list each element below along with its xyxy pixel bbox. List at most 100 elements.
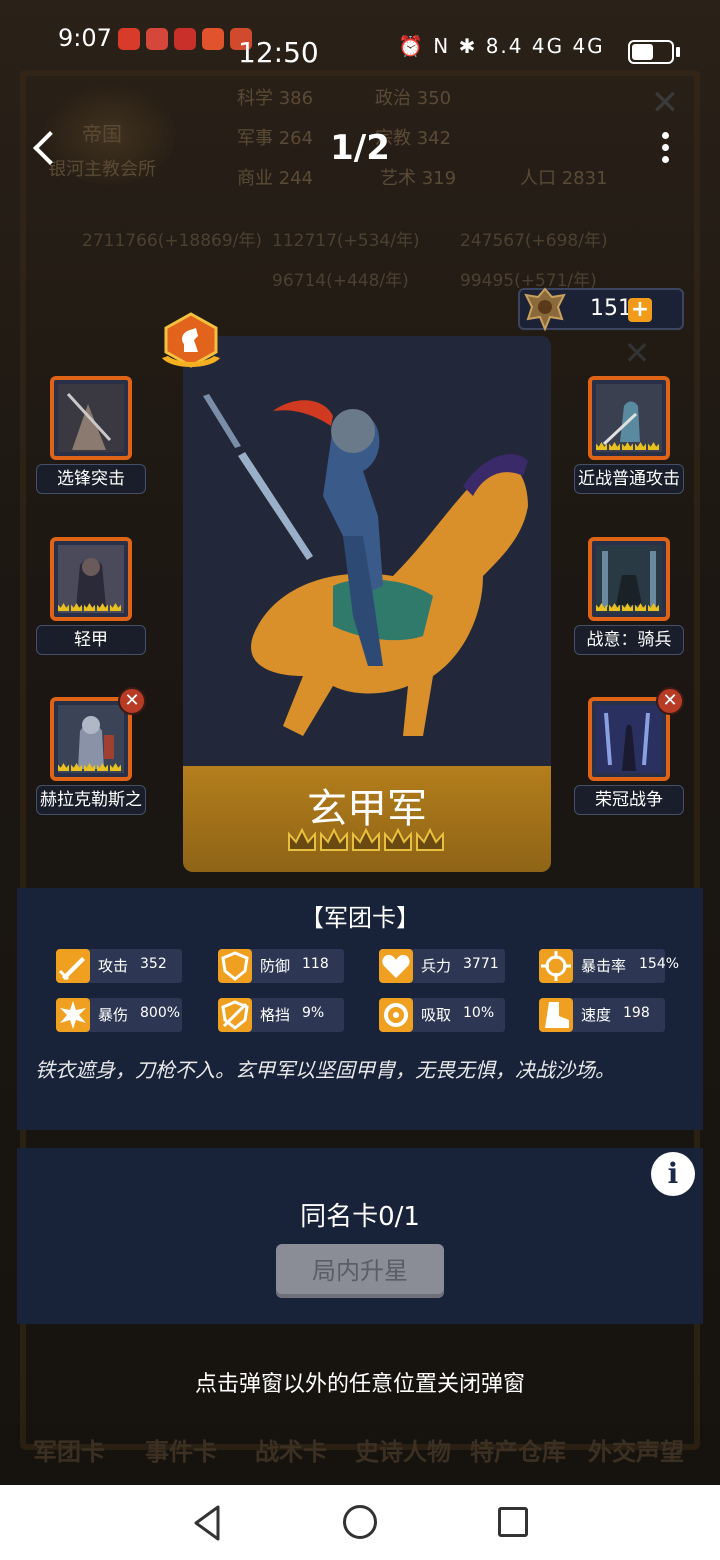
- dismiss-hint: 点击弹窗以外的任意位置关闭弹窗: [194, 1372, 525, 1397]
- skill-frame: [50, 376, 132, 460]
- empire-subtitle: 银河主教会所: [48, 159, 156, 180]
- add-crest-button[interactable]: +: [628, 298, 652, 322]
- stat-label: 速度: [581, 1006, 612, 1024]
- bg-resource: 112717(+534/年): [272, 231, 420, 251]
- nav-back-icon[interactable]: [190, 1503, 224, 1543]
- remove-skill-icon[interactable]: ✕: [118, 687, 146, 715]
- skill-label: 近战普通攻击: [574, 464, 684, 494]
- battery-icon: [628, 40, 674, 64]
- skill-star-icon: [71, 603, 82, 611]
- stat-value: 118: [302, 956, 329, 972]
- stat-value: 352: [140, 956, 167, 972]
- stat-label: 攻击: [98, 957, 129, 975]
- back-arrow-icon[interactable]: [30, 128, 58, 168]
- knight-piece-badge-icon: [162, 312, 220, 368]
- stat-label: 兵力: [421, 957, 452, 975]
- bg-tab: 特产仓库: [470, 1438, 566, 1466]
- drain-icon: [379, 998, 413, 1032]
- stat-value: 9%: [302, 1005, 325, 1021]
- stat-attack: 攻击 352: [56, 949, 182, 983]
- skill-label: 选锋突击: [36, 464, 146, 494]
- background-close-icon: ✕: [650, 83, 680, 123]
- status-indicators: ⏰ N ✱ 8.4 4G 4G: [398, 34, 605, 58]
- remove-skill-icon[interactable]: ✕: [656, 687, 684, 715]
- skill-star-icon: [84, 603, 95, 611]
- empire-label: 帝国: [82, 122, 122, 146]
- battery-tip: [676, 47, 680, 57]
- skill-star-icon: [622, 442, 633, 450]
- stat-defense: 防御 118: [218, 949, 344, 983]
- bg-stat: 科学 386: [237, 88, 314, 109]
- shield-icon: [218, 949, 252, 983]
- image-counter: 1/2: [330, 128, 390, 168]
- stat-crit-rate: 暴击率 154%: [539, 949, 679, 983]
- stat-label: 吸取: [421, 1006, 452, 1024]
- skill-star-icon: [110, 763, 121, 771]
- bg-tab: 史诗人物: [355, 1438, 451, 1466]
- system-nav-bar: [0, 1485, 720, 1560]
- stat-drain: 吸取 10%: [379, 998, 505, 1032]
- bg-tab: 战术卡: [255, 1438, 327, 1466]
- stat-speed: 速度 198: [539, 998, 665, 1032]
- skill-star-icon: [71, 763, 82, 771]
- boot-icon: [539, 998, 573, 1032]
- card-description: 铁衣遮身，刀枪不入。玄甲军以坚固甲胄，无畏无惧，决战沙场。: [35, 1058, 615, 1082]
- skill-star-icon: [97, 603, 108, 611]
- crest-count: 151: [590, 296, 632, 321]
- skill-frame: [588, 697, 670, 781]
- skill-star-icon: [596, 442, 607, 450]
- skill-star-icon: [609, 442, 620, 450]
- app-notification-icon: [118, 28, 140, 50]
- same-card-count: 同名卡0/1: [300, 1202, 420, 1232]
- stat-label: 防御: [260, 957, 291, 975]
- skill-stars: [596, 442, 659, 450]
- crown-star-icon: [384, 828, 412, 851]
- nav-recent-apps-icon[interactable]: [498, 1507, 528, 1537]
- crown-star-icon: [320, 828, 348, 851]
- nav-home-icon[interactable]: [343, 1505, 377, 1539]
- app-notification-icon: [174, 28, 196, 50]
- info-icon[interactable]: i: [651, 1152, 695, 1196]
- stat-value: 198: [623, 1005, 650, 1021]
- skill-star-icon: [635, 442, 646, 450]
- bg-resource: 2711766(+18869/年): [82, 231, 263, 251]
- app-notification-icon: [202, 28, 224, 50]
- status-time-left: 9:07: [58, 24, 112, 52]
- card-name: 玄甲军: [307, 786, 427, 832]
- card-type-title: 【军团卡】: [300, 904, 420, 932]
- crown-star-icon: [416, 828, 444, 851]
- crown-star-icon: [352, 828, 380, 851]
- stat-crit-damage: 暴伤 800%: [56, 998, 182, 1032]
- card-close-icon[interactable]: ✕: [620, 336, 654, 370]
- skill-star-icon: [58, 603, 69, 611]
- stat-value: 10%: [463, 1005, 495, 1021]
- stat-value: 800%: [140, 1005, 181, 1021]
- card-star-rating: [287, 828, 445, 852]
- notification-icons: [118, 28, 252, 50]
- battery-level: [632, 44, 653, 60]
- skill-star-icon: [635, 603, 646, 611]
- bg-resource: 247567(+698/年): [460, 231, 608, 251]
- bg-stat: 人口 2831: [520, 168, 608, 189]
- skill-star-icon: [609, 603, 620, 611]
- eagle-crest-icon: [524, 287, 566, 332]
- bg-tab: 军团卡: [33, 1438, 105, 1466]
- skill-star-icon: [110, 603, 121, 611]
- more-options-icon[interactable]: [656, 130, 676, 164]
- stat-block: 格挡 9%: [218, 998, 344, 1032]
- screen: 帝国 银河主教会所 ✕ 科学 386 政治 350 军事 264 宗教 342 …: [0, 0, 720, 1560]
- heart-icon: [379, 949, 413, 983]
- stat-label: 格挡: [260, 1006, 291, 1024]
- status-time-center: 12:50: [238, 36, 319, 69]
- upgrade-panel: i 同名卡0/1 局内升星: [17, 1148, 703, 1324]
- upgrade-star-button[interactable]: 局内升星: [276, 1244, 444, 1298]
- stat-label: 暴伤: [98, 1006, 129, 1024]
- skill-star-icon: [648, 603, 659, 611]
- stat-label: 暴击率: [581, 957, 627, 975]
- block-icon: [218, 998, 252, 1032]
- skill-stars: [596, 603, 659, 611]
- skill-star-icon: [97, 763, 108, 771]
- skill-star-icon: [84, 763, 95, 771]
- stat-value: 154%: [639, 956, 680, 972]
- skill-label: 战意：骑兵: [574, 625, 684, 655]
